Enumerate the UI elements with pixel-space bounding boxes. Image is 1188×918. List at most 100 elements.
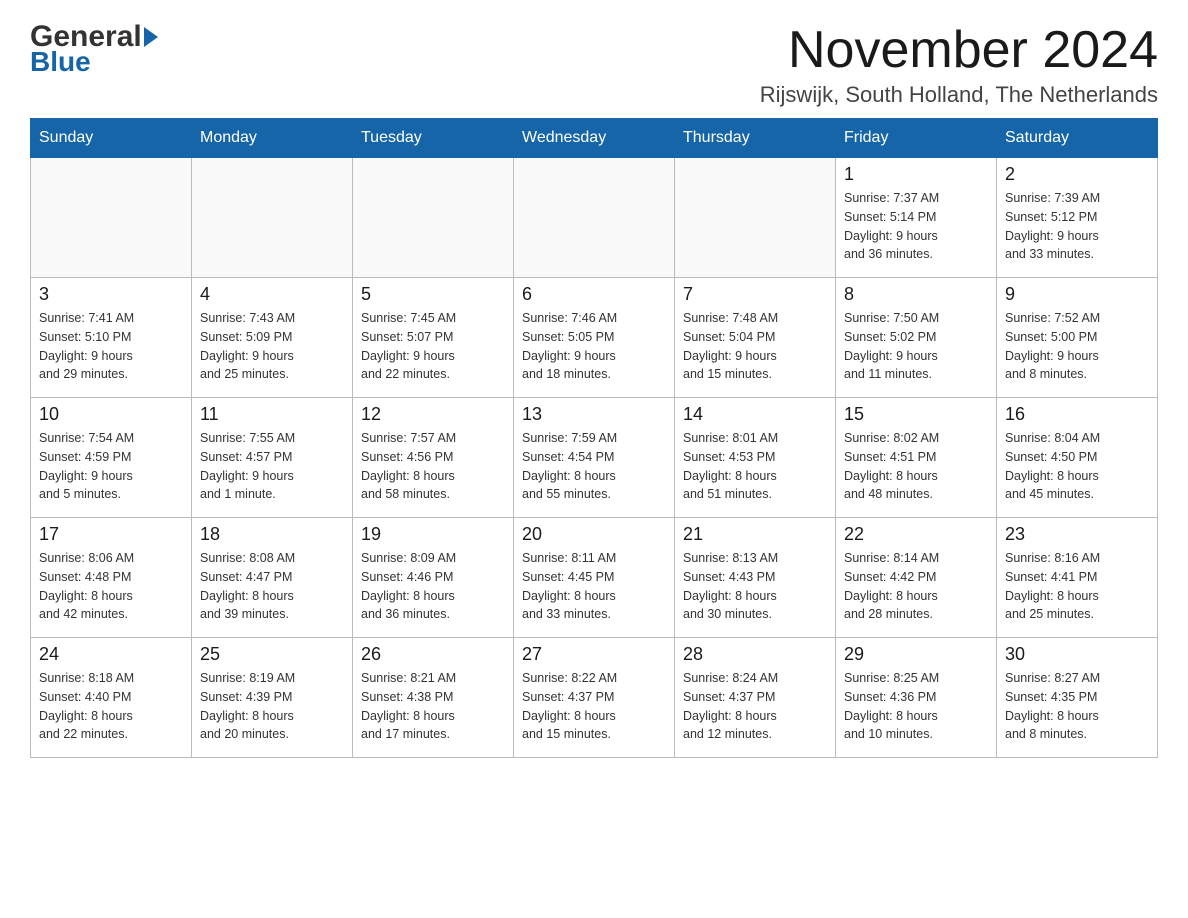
day-info: Sunrise: 8:21 AM Sunset: 4:38 PM Dayligh… <box>361 669 505 744</box>
table-row: 18 Sunrise: 8:08 AM Sunset: 4:47 PM Dayli… <box>192 518 353 638</box>
day-number: 26 <box>361 644 505 665</box>
calendar-week-row: 17Sunrise: 8:06 AM Sunset: 4:48 PM Dayli… <box>31 518 1158 638</box>
table-row <box>514 158 675 278</box>
day-info: Sunrise: 7:50 AM Sunset: 5:02 PM Dayligh… <box>844 309 988 384</box>
logo: General Blue <box>30 20 158 78</box>
day-info: Sunrise: 8:06 AM Sunset: 4:48 PM Dayligh… <box>39 549 183 624</box>
calendar-week-row: 3 Sunrise: 7:41 AM Sunset: 5:10 PM Daylig… <box>31 278 1158 398</box>
day-number: 14 <box>683 404 827 425</box>
day-number: 18 <box>200 524 344 545</box>
day-info: Sunrise: 8:11 AM Sunset: 4:45 PM Dayligh… <box>522 549 666 624</box>
day-info: Sunrise: 8:19 AM Sunset: 4:39 PM Dayligh… <box>200 669 344 744</box>
table-row: 26 Sunrise: 8:21 AM Sunset: 4:38 PM Dayli… <box>353 638 514 758</box>
day-number: 29 <box>844 644 988 665</box>
table-row: 24Sunrise: 8:18 AM Sunset: 4:40 PM Dayli… <box>31 638 192 758</box>
table-row: 30 Sunrise: 8:27 AM Sunset: 4:35 PM Dayli… <box>997 638 1158 758</box>
day-info: Sunrise: 7:52 AM Sunset: 5:00 PM Dayligh… <box>1005 309 1149 384</box>
day-number: 6 <box>522 284 666 305</box>
day-info: Sunrise: 8:14 AM Sunset: 4:42 PM Dayligh… <box>844 549 988 624</box>
col-monday: Monday <box>192 119 353 158</box>
table-row: 4 Sunrise: 7:43 AM Sunset: 5:09 PM Daylig… <box>192 278 353 398</box>
col-saturday: Saturday <box>997 119 1158 158</box>
logo-arrow-icon <box>144 27 158 47</box>
day-number: 4 <box>200 284 344 305</box>
table-row: 20 Sunrise: 8:11 AM Sunset: 4:45 PM Dayli… <box>514 518 675 638</box>
table-row <box>675 158 836 278</box>
day-number: 24 <box>39 644 183 665</box>
day-info: Sunrise: 7:41 AM Sunset: 5:10 PM Dayligh… <box>39 309 183 384</box>
calendar-table: Sunday Monday Tuesday Wednesday Thursday… <box>30 118 1158 758</box>
table-row: 9Sunrise: 7:52 AM Sunset: 5:00 PM Daylig… <box>997 278 1158 398</box>
table-row: 7 Sunrise: 7:48 AM Sunset: 5:04 PM Daylig… <box>675 278 836 398</box>
calendar-week-row: 10Sunrise: 7:54 AM Sunset: 4:59 PM Dayli… <box>31 398 1158 518</box>
table-row <box>192 158 353 278</box>
logo-blue-text: Blue <box>30 46 91 78</box>
table-row: 2 Sunrise: 7:39 AM Sunset: 5:12 PM Daylig… <box>997 158 1158 278</box>
table-row: 12 Sunrise: 7:57 AM Sunset: 4:56 PM Dayli… <box>353 398 514 518</box>
day-number: 22 <box>844 524 988 545</box>
day-number: 5 <box>361 284 505 305</box>
day-info: Sunrise: 7:46 AM Sunset: 5:05 PM Dayligh… <box>522 309 666 384</box>
table-row: 10Sunrise: 7:54 AM Sunset: 4:59 PM Dayli… <box>31 398 192 518</box>
table-row: 13Sunrise: 7:59 AM Sunset: 4:54 PM Dayli… <box>514 398 675 518</box>
day-number: 7 <box>683 284 827 305</box>
day-info: Sunrise: 7:43 AM Sunset: 5:09 PM Dayligh… <box>200 309 344 384</box>
table-row: 15 Sunrise: 8:02 AM Sunset: 4:51 PM Dayli… <box>836 398 997 518</box>
day-info: Sunrise: 8:09 AM Sunset: 4:46 PM Dayligh… <box>361 549 505 624</box>
table-row: 21Sunrise: 8:13 AM Sunset: 4:43 PM Dayli… <box>675 518 836 638</box>
col-thursday: Thursday <box>675 119 836 158</box>
day-number: 20 <box>522 524 666 545</box>
table-row <box>31 158 192 278</box>
day-info: Sunrise: 8:08 AM Sunset: 4:47 PM Dayligh… <box>200 549 344 624</box>
day-number: 12 <box>361 404 505 425</box>
col-sunday: Sunday <box>31 119 192 158</box>
page-header: General Blue November 2024 Rijswijk, Sou… <box>30 20 1158 108</box>
table-row: 28 Sunrise: 8:24 AM Sunset: 4:37 PM Dayli… <box>675 638 836 758</box>
day-number: 1 <box>844 164 988 185</box>
day-number: 30 <box>1005 644 1149 665</box>
table-row: 8 Sunrise: 7:50 AM Sunset: 5:02 PM Daylig… <box>836 278 997 398</box>
col-wednesday: Wednesday <box>514 119 675 158</box>
day-info: Sunrise: 7:57 AM Sunset: 4:56 PM Dayligh… <box>361 429 505 504</box>
table-row <box>353 158 514 278</box>
day-info: Sunrise: 8:24 AM Sunset: 4:37 PM Dayligh… <box>683 669 827 744</box>
table-row: 3 Sunrise: 7:41 AM Sunset: 5:10 PM Daylig… <box>31 278 192 398</box>
day-number: 19 <box>361 524 505 545</box>
calendar-week-row: 24Sunrise: 8:18 AM Sunset: 4:40 PM Dayli… <box>31 638 1158 758</box>
day-number: 13 <box>522 404 666 425</box>
title-area: November 2024 Rijswijk, South Holland, T… <box>760 20 1158 108</box>
month-title: November 2024 <box>760 20 1158 80</box>
day-info: Sunrise: 7:37 AM Sunset: 5:14 PM Dayligh… <box>844 189 988 264</box>
table-row: 25Sunrise: 8:19 AM Sunset: 4:39 PM Dayli… <box>192 638 353 758</box>
day-info: Sunrise: 7:39 AM Sunset: 5:12 PM Dayligh… <box>1005 189 1149 264</box>
calendar-header-row: Sunday Monday Tuesday Wednesday Thursday… <box>31 119 1158 158</box>
col-friday: Friday <box>836 119 997 158</box>
day-number: 8 <box>844 284 988 305</box>
table-row: 5Sunrise: 7:45 AM Sunset: 5:07 PM Daylig… <box>353 278 514 398</box>
day-info: Sunrise: 8:02 AM Sunset: 4:51 PM Dayligh… <box>844 429 988 504</box>
location-subtitle: Rijswijk, South Holland, The Netherlands <box>760 82 1158 108</box>
day-number: 11 <box>200 404 344 425</box>
table-row: 14 Sunrise: 8:01 AM Sunset: 4:53 PM Dayli… <box>675 398 836 518</box>
day-number: 28 <box>683 644 827 665</box>
day-info: Sunrise: 8:27 AM Sunset: 4:35 PM Dayligh… <box>1005 669 1149 744</box>
day-number: 10 <box>39 404 183 425</box>
day-info: Sunrise: 8:04 AM Sunset: 4:50 PM Dayligh… <box>1005 429 1149 504</box>
table-row: 1 Sunrise: 7:37 AM Sunset: 5:14 PM Daylig… <box>836 158 997 278</box>
table-row: 17Sunrise: 8:06 AM Sunset: 4:48 PM Dayli… <box>31 518 192 638</box>
day-number: 15 <box>844 404 988 425</box>
table-row: 27Sunrise: 8:22 AM Sunset: 4:37 PM Dayli… <box>514 638 675 758</box>
day-number: 3 <box>39 284 183 305</box>
day-info: Sunrise: 7:48 AM Sunset: 5:04 PM Dayligh… <box>683 309 827 384</box>
col-tuesday: Tuesday <box>353 119 514 158</box>
table-row: 23Sunrise: 8:16 AM Sunset: 4:41 PM Dayli… <box>997 518 1158 638</box>
table-row: 19 Sunrise: 8:09 AM Sunset: 4:46 PM Dayli… <box>353 518 514 638</box>
table-row: 22 Sunrise: 8:14 AM Sunset: 4:42 PM Dayli… <box>836 518 997 638</box>
day-info: Sunrise: 7:55 AM Sunset: 4:57 PM Dayligh… <box>200 429 344 504</box>
day-number: 16 <box>1005 404 1149 425</box>
day-info: Sunrise: 8:01 AM Sunset: 4:53 PM Dayligh… <box>683 429 827 504</box>
day-info: Sunrise: 8:22 AM Sunset: 4:37 PM Dayligh… <box>522 669 666 744</box>
table-row: 6 Sunrise: 7:46 AM Sunset: 5:05 PM Daylig… <box>514 278 675 398</box>
day-number: 21 <box>683 524 827 545</box>
day-number: 2 <box>1005 164 1149 185</box>
